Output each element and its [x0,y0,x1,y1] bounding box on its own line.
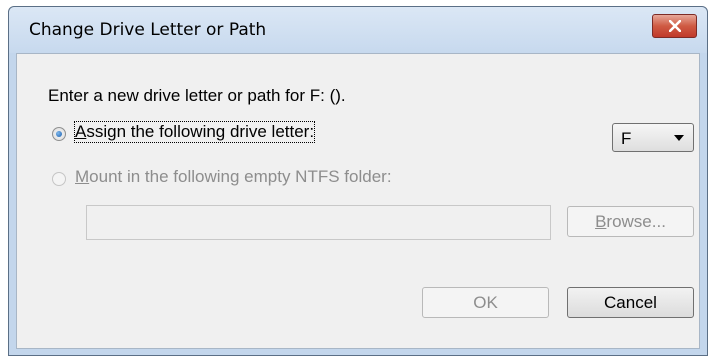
dialog-window: Change Drive Letter or Path Enter a new … [8,6,708,356]
drive-letter-value: F [621,129,632,148]
folder-path-input[interactable] [86,205,551,240]
assign-letter-radio[interactable] [52,127,66,141]
close-button[interactable] [652,14,697,38]
close-x-icon [669,20,681,32]
mount-folder-radio[interactable] [52,172,66,186]
browse-button[interactable]: Browse... [567,206,694,237]
prompt-text: Enter a new drive letter or path for F: … [48,86,346,105]
ok-button[interactable]: OK [422,287,549,318]
drive-letter-dropdown[interactable]: F [612,123,694,152]
mount-folder-label: Mount in the following empty NTFS folder… [75,167,392,186]
dialog-content: Enter a new drive letter or path for F: … [16,53,700,349]
cancel-button[interactable]: Cancel [567,287,694,318]
window-title: Change Drive Letter or Path [29,20,267,40]
title-bar[interactable]: Change Drive Letter or Path [9,7,707,53]
chevron-down-icon [674,135,684,141]
assign-letter-label[interactable]: Assign the following drive letter: [73,121,316,143]
